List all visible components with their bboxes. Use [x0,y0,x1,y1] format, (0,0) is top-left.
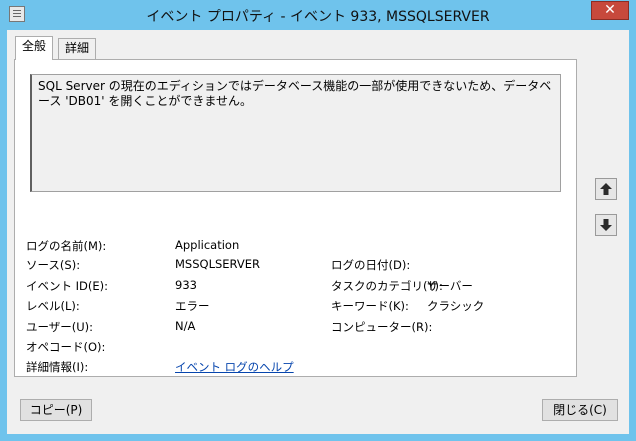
log-name-label: ログの名前(M): [26,239,107,253]
window-title: イベント プロパティ - イベント 933, MSSQLSERVER [146,9,490,25]
logged-date-label: ログの日付(D): [331,258,411,272]
dialog-client: 全般 詳細 SQL Server の現在のエディションではデータベース機能の一部… [7,30,629,434]
level-label: レベル(L): [26,299,80,313]
task-category-value[interactable]: サーバー [427,278,473,294]
keywords-value[interactable]: クラシック [427,298,484,314]
arrow-up-icon [600,183,612,195]
keywords-label: キーワード(K): [331,299,409,313]
next-event-button[interactable] [595,214,617,236]
previous-event-button[interactable] [595,178,617,200]
user-value[interactable]: N/A [175,319,195,333]
tab-details[interactable]: 詳細 [58,38,97,59]
event-log-help-link[interactable]: イベント ログのヘルプ [175,359,294,375]
user-label: ユーザー(U): [26,320,94,334]
level-value[interactable]: エラー [175,298,210,314]
arrow-down-icon [600,219,612,231]
computer-label: コンピューター(R): [331,320,433,334]
tab-general[interactable]: 全般 [15,36,54,60]
event-properties-window: イベント プロパティ - イベント 933, MSSQLSERVER ✕ 全般 … [0,0,636,441]
more-info-label: 詳細情報(I): [26,360,89,374]
event-message-box[interactable]: SQL Server の現在のエディションではデータベース機能の一部が使用できな… [30,74,561,192]
event-id-value[interactable]: 933 [175,278,197,292]
source-value[interactable]: MSSQLSERVER [175,257,260,271]
log-name-value[interactable]: Application [175,238,239,252]
title-bar[interactable]: イベント プロパティ - イベント 933, MSSQLSERVER ✕ [0,0,636,30]
opcode-label: オペコード(O): [26,340,106,354]
general-panel: SQL Server の現在のエディションではデータベース機能の一部が使用できな… [14,59,577,377]
close-button[interactable]: 閉じる(C) [542,399,618,421]
copy-button[interactable]: コピー(P) [20,399,92,421]
event-id-label: イベント ID(E): [26,279,109,293]
source-label: ソース(S): [26,258,81,272]
close-window-button[interactable]: ✕ [591,1,629,20]
